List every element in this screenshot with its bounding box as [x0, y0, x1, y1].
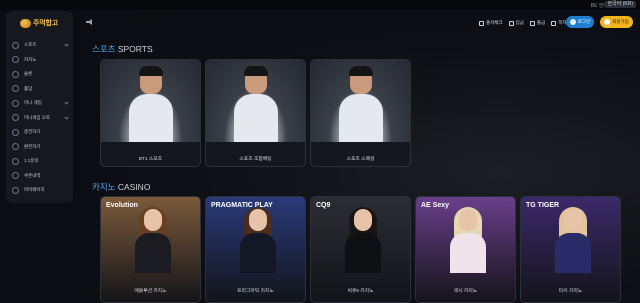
user-icon: [569, 19, 576, 25]
withdraw-icon: [12, 143, 19, 151]
provider-logo: AE Sexy: [421, 202, 450, 209]
sports-card-label: BT1 스포츠: [138, 157, 163, 162]
withdraw-icon: [529, 20, 535, 26]
sports-card-1[interactable]: 스포츠 조합배팅: [205, 59, 306, 167]
header-links: 출석체크 입금 출금 쪽지: [479, 20, 566, 26]
user-plus-icon: [604, 19, 611, 25]
dice-icon: [12, 99, 19, 107]
sports-card-0[interactable]: BT1 스포츠: [100, 59, 201, 167]
sports-card-label: 스포츠 스페셜: [346, 157, 375, 162]
sidebar-item-1[interactable]: 카지노: [12, 53, 72, 68]
casino-card-0[interactable]: Evolution 에볼루션 카지노: [100, 196, 201, 303]
provider-logo: Evolution: [106, 202, 138, 209]
sidebar-item-3[interactable]: 홀덤: [12, 82, 72, 97]
sidebar-item-label: 미니 게임: [24, 100, 42, 106]
casino-card-label: 타이 카지노: [558, 289, 583, 294]
sidebar-item-label: 카지노: [24, 56, 37, 62]
sidebar-item-label: 홀덤: [24, 85, 33, 91]
logo-mark-icon: [20, 18, 31, 28]
casino-card-1[interactable]: PRAGMATIC PLAY 프라그마틱 카지노: [205, 196, 306, 303]
sidebar-item-7[interactable]: 환전하기: [12, 140, 72, 155]
login-button[interactable]: 로그인: [566, 16, 594, 28]
dealer-figure: [345, 207, 381, 273]
coupon-icon: [12, 172, 19, 180]
deposit-icon: [12, 128, 19, 136]
chevron-down-icon: [64, 114, 69, 120]
casino-card-label: 써큐9 카지노: [347, 289, 374, 294]
casino-card-label: 에볼루션 카지노: [134, 289, 167, 294]
sidebar-item-label: 미니게임 오토: [24, 114, 51, 120]
dealer-figure: [135, 207, 171, 273]
sidebar-menu: 스포츠카지노슬롯홀덤미니 게임미니게임 오토충전하기환전하기 1:1문의쿠폰내역마…: [12, 38, 72, 198]
casino-section-title: 카지노 CASINO: [92, 182, 151, 192]
casino-card-label: 섹시 카지노: [453, 289, 478, 294]
join-button[interactable]: 회원가입: [600, 16, 633, 28]
sports-card-label: 스포츠 조합배팅: [239, 157, 272, 162]
sports-section-title: 스포츠 SPORTS: [92, 44, 153, 54]
provider-logo: PRAGMATIC PLAY: [211, 202, 273, 209]
header-link-deposit[interactable]: 입금: [508, 20, 524, 26]
checkbox-icon: [479, 20, 484, 26]
player-figure: [129, 66, 173, 142]
sidebar-item-6[interactable]: 충전하기: [12, 125, 72, 140]
deposit-icon: [508, 20, 514, 26]
sidebar-item-label: 충전하기: [24, 129, 41, 135]
user-icon: [12, 186, 19, 194]
chevron-down-icon: [64, 42, 69, 47]
main-content: 출석체크 입금 출금 쪽지 로그인 회원가입 스포츠 SPORTS BT1 스포…: [80, 10, 640, 303]
site-logo[interactable]: 주먹합고: [20, 18, 66, 28]
player-image: [311, 60, 410, 142]
headset-icon: [12, 157, 19, 165]
sidebar-item-label: 슬롯: [24, 71, 33, 77]
casino-card-label: 프라그마틱 카지노: [237, 289, 274, 294]
chevron-down-icon: [64, 100, 69, 105]
language-select[interactable]: 한국어 (KR): [604, 1, 636, 8]
top-utility-bar: BE 언어 한국어 (KR): [0, 0, 640, 10]
casino-card-2[interactable]: CQ9 써큐9 카지노: [310, 196, 411, 303]
provider-logo: CQ9: [316, 202, 331, 209]
sidebar-item-8[interactable]: 1:1문의: [12, 154, 72, 169]
casino-card-4[interactable]: TG TIGER 타이 카지노: [520, 196, 621, 303]
cards-icon: [12, 85, 19, 93]
sidebar-item-9[interactable]: 쿠폰내역: [12, 169, 72, 184]
player-figure: [339, 66, 383, 142]
header-link-messages[interactable]: 쪽지: [551, 20, 566, 26]
dealer-figure: [450, 207, 486, 273]
chip-icon: [12, 56, 19, 64]
sidebar-item-label: 마이페이지: [24, 187, 45, 193]
sidebar-item-0[interactable]: 스포츠: [12, 38, 72, 53]
sidebar-item-10[interactable]: 마이페이지: [12, 183, 72, 198]
ball-icon: [12, 41, 19, 49]
header-link-withdraw[interactable]: 출금: [529, 20, 545, 26]
dealer-figure: [240, 207, 276, 273]
header-link-attendance[interactable]: 출석체크: [479, 20, 503, 26]
logo-text: 주먹합고: [33, 20, 58, 27]
auto-icon: [12, 114, 19, 122]
sidebar-item-2[interactable]: 슬롯: [12, 67, 72, 82]
sidebar-item-label: 스포츠: [24, 42, 37, 48]
message-icon: [551, 20, 557, 26]
casino-card-3[interactable]: AE Sexy 섹시 카지노: [415, 196, 516, 303]
slot-icon: [12, 70, 19, 78]
sports-card-2[interactable]: 스포츠 스페셜: [310, 59, 411, 167]
sidebar-item-4[interactable]: 미니 게임: [12, 96, 72, 111]
dealer-figure: [555, 207, 591, 273]
sidebar-item-label: 환전하기: [24, 143, 41, 149]
player-figure: [234, 66, 278, 142]
provider-logo: TG TIGER: [526, 202, 560, 209]
sidebar: 주먹합고 스포츠카지노슬롯홀덤미니 게임미니게임 오토충전하기환전하기 1:1문의…: [6, 11, 73, 203]
header: 출석체크 입금 출금 쪽지 로그인 회원가입: [80, 10, 640, 36]
sidebar-item-label: 1:1문의: [24, 158, 39, 164]
sidebar-item-label: 쿠폰내역: [24, 172, 41, 178]
player-image: [206, 60, 305, 142]
player-image: [101, 60, 200, 142]
announcement-speaker-icon[interactable]: [86, 19, 94, 25]
sidebar-item-5[interactable]: 미니게임 오토: [12, 111, 72, 126]
